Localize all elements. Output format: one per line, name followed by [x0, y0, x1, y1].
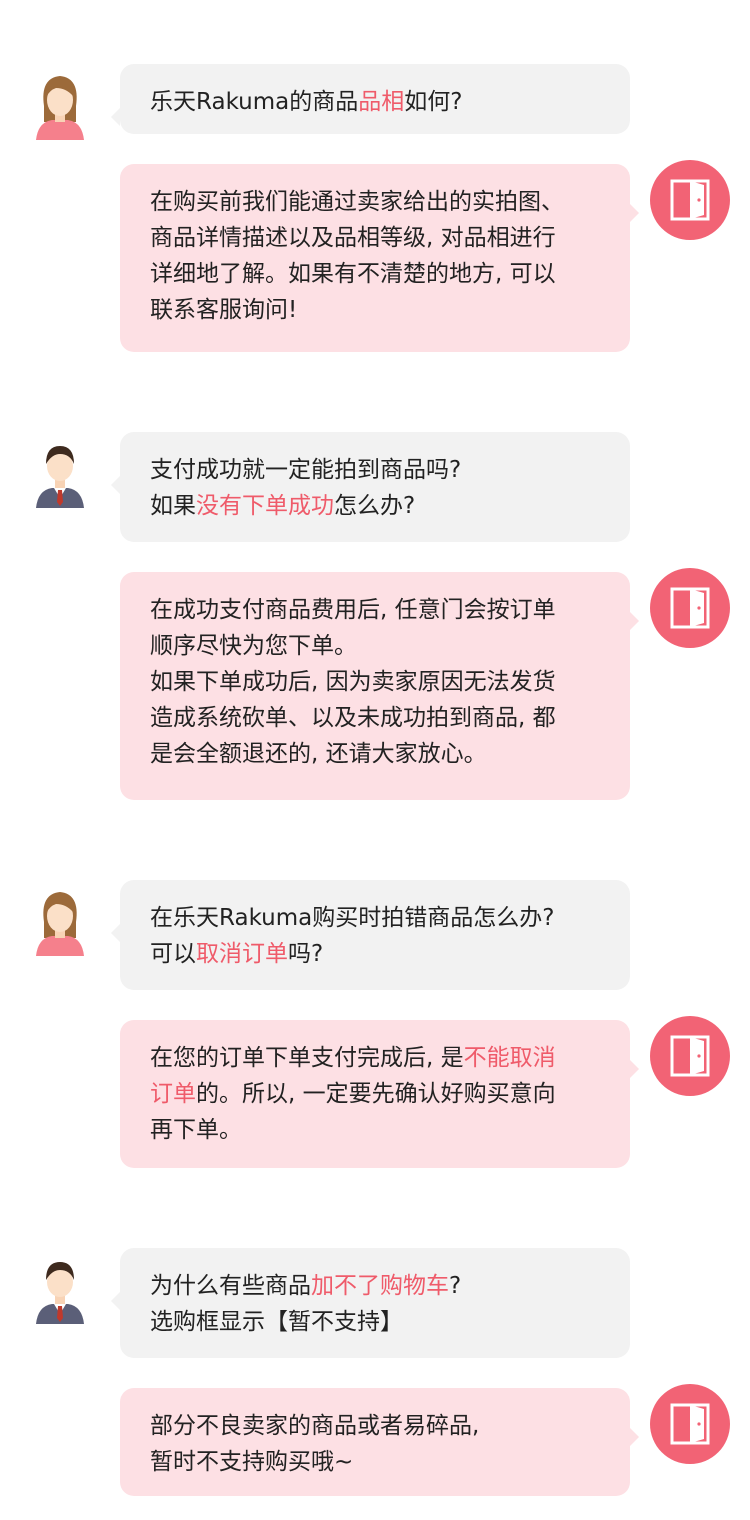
question-text: 在乐天Rakuma购买时拍错商品怎么办? — [150, 905, 555, 931]
answer-line: 联系客服询问! — [150, 297, 298, 323]
question-bubble: 支付成功就一定能拍到商品吗? 如果没有下单成功怎么办? — [111, 432, 630, 542]
male-avatar-icon — [30, 440, 90, 508]
answer-line: 在购买前我们能通过卖家给出的实拍图、 — [150, 189, 564, 215]
service-avatar — [650, 160, 730, 240]
question-text: 可以取消订单吗? — [150, 941, 324, 967]
door-icon — [670, 587, 710, 629]
answer-bubble: 在您的订单下单支付完成后, 是不能取消 订单的。所以, 一定要先确认好购买意向 … — [120, 1020, 639, 1168]
answer-line: 造成系统砍单、以及未成功拍到商品, 都 — [150, 705, 556, 731]
door-icon — [670, 1035, 710, 1077]
question-bubble: 在乐天Rakuma购买时拍错商品怎么办? 可以取消订单吗? — [111, 880, 630, 990]
question-bubble: 乐天Rakuma的商品品相如何? — [111, 64, 630, 134]
answer-line: 如果下单成功后, 因为卖家原因无法发货 — [150, 669, 556, 695]
question-text: 选购框显示【暂不支持】 — [150, 1309, 403, 1335]
female-avatar-icon — [30, 72, 90, 140]
answer-line: 顺序尽快为您下单。 — [150, 633, 357, 659]
female-avatar-icon — [30, 888, 90, 956]
male-avatar-icon — [30, 1256, 90, 1324]
answer-line: 是会全额退还的, 还请大家放心。 — [150, 741, 487, 767]
answer-line: 部分不良卖家的商品或者易碎品, — [150, 1413, 480, 1439]
answer-line: 详细地了解。如果有不清楚的地方, 可以 — [150, 261, 556, 287]
service-avatar — [650, 1016, 730, 1096]
answer-line: 在您的订单下单支付完成后, 是不能取消 — [150, 1045, 556, 1071]
service-avatar — [650, 568, 730, 648]
question-text: 支付成功就一定能拍到商品吗? — [150, 457, 462, 483]
door-icon — [670, 179, 710, 221]
door-icon — [670, 1403, 710, 1445]
answer-bubble: 在成功支付商品费用后, 任意门会按订单 顺序尽快为您下单。 如果下单成功后, 因… — [120, 572, 639, 800]
question-text: 乐天Rakuma的商品品相如何? — [150, 89, 463, 115]
answer-bubble: 部分不良卖家的商品或者易碎品, 暂时不支持购买哦~ — [120, 1388, 639, 1496]
answer-bubble: 在购买前我们能通过卖家给出的实拍图、 商品详情描述以及品相等级, 对品相进行 详… — [120, 164, 639, 352]
question-text: 为什么有些商品加不了购物车? — [150, 1273, 462, 1299]
question-bubble: 为什么有些商品加不了购物车? 选购框显示【暂不支持】 — [111, 1248, 630, 1358]
question-text: 如果没有下单成功怎么办? — [150, 493, 416, 519]
answer-line: 在成功支付商品费用后, 任意门会按订单 — [150, 597, 556, 623]
answer-line: 暂时不支持购买哦~ — [150, 1449, 354, 1475]
answer-line: 商品详情描述以及品相等级, 对品相进行 — [150, 225, 556, 251]
service-avatar — [650, 1384, 730, 1464]
answer-line: 再下单。 — [150, 1117, 242, 1143]
answer-line: 订单的。所以, 一定要先确认好购买意向 — [150, 1081, 556, 1107]
